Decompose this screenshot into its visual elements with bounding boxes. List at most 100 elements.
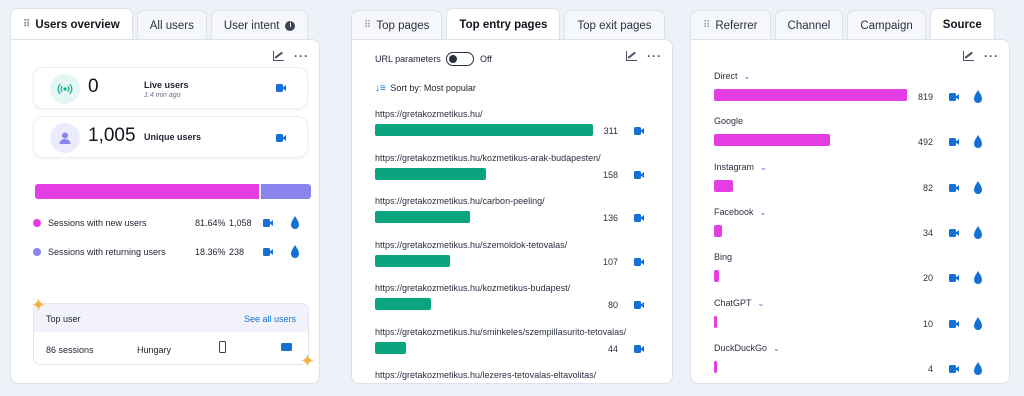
unique-users-card: 1,005 Unique users	[33, 116, 308, 158]
more-options-icon[interactable]: ···	[984, 49, 999, 63]
video-camera-icon[interactable]	[634, 127, 644, 135]
card-tools: ···	[273, 49, 309, 63]
tab-campaign[interactable]: Campaign	[847, 10, 926, 40]
video-camera-icon[interactable]	[263, 219, 273, 227]
tab-users-overview[interactable]: ⠿ Users overview	[10, 8, 133, 40]
page-count: 107	[602, 256, 618, 267]
page-url[interactable]: https://gretakozmetikus.hu/kozmetikus-ar…	[375, 153, 601, 163]
card-tools: ···	[626, 49, 662, 63]
source-count: 34	[922, 227, 933, 238]
page-url[interactable]: https://gretakozmetikus.hu/szemoldok-tet…	[375, 240, 567, 250]
page-bar	[375, 167, 486, 180]
source-bar	[714, 179, 733, 192]
sessions-returning-users-row: Sessions with returning users 18.36% 238	[33, 245, 308, 259]
heatmap-drop-icon[interactable]	[974, 90, 982, 103]
video-camera-icon[interactable]	[949, 93, 959, 101]
source-label[interactable]: DuckDuckGo ⌄	[714, 343, 780, 353]
drag-handle-icon[interactable]: ⠿	[703, 20, 710, 31]
page-url[interactable]: https://gretakozmetikus.hu/lezeres-tetov…	[375, 370, 596, 380]
tab-all-users[interactable]: All users	[136, 10, 207, 40]
sort-label: Sort by: Most popular	[390, 83, 476, 93]
sort-control[interactable]: ↓≡ Sort by: Most popular	[375, 83, 476, 94]
tab-channel[interactable]: Channel	[774, 10, 844, 40]
page-url[interactable]: https://gretakozmetikus.hu/sminkeles/sze…	[375, 327, 626, 337]
chart-icon[interactable]	[626, 51, 637, 61]
more-options-icon[interactable]: ···	[647, 49, 662, 63]
video-camera-icon[interactable]	[263, 248, 273, 256]
sources-panel: ⠿ Referrer Channel Campaign Source	[690, 8, 999, 40]
tab-source[interactable]: Source	[929, 8, 995, 40]
tab-label: User intent	[223, 19, 280, 32]
chart-icon[interactable]	[273, 51, 284, 61]
more-options-icon[interactable]: ···	[294, 49, 309, 63]
page-count: 44	[607, 343, 618, 354]
video-camera-icon[interactable]	[634, 257, 644, 266]
sessions-split-bar	[35, 184, 311, 199]
page-url[interactable]: https://gretakozmetikus.hu/carbon-peelin…	[375, 196, 545, 206]
video-camera-icon[interactable]	[634, 344, 644, 353]
top-user-header: Top user See all users	[34, 304, 308, 332]
tab-user-intent[interactable]: User intent i	[210, 10, 309, 40]
tab-referrer[interactable]: ⠿ Referrer	[690, 10, 771, 40]
page-url[interactable]: https://gretakozmetikus.hu/kozmetikus-bu…	[375, 283, 570, 293]
source-name: Direct	[714, 71, 738, 81]
video-camera-icon[interactable]	[949, 183, 959, 192]
heatmap-drop-icon[interactable]	[974, 180, 982, 194]
info-icon[interactable]: i	[285, 20, 296, 31]
video-camera-icon[interactable]	[949, 228, 959, 237]
video-camera-icon[interactable]	[949, 138, 959, 147]
top-user-country: Hungary	[137, 345, 172, 355]
live-users-value: 0	[88, 76, 99, 97]
source-label[interactable]: Facebook ⌄	[714, 207, 766, 217]
page-url[interactable]: https://gretakozmetikus.hu/	[375, 109, 483, 119]
heatmap-drop-icon[interactable]	[291, 216, 299, 229]
source-label[interactable]: Google	[714, 116, 743, 126]
heatmap-drop-icon[interactable]	[974, 135, 982, 149]
video-camera-icon[interactable]	[949, 319, 959, 328]
page-bar	[375, 298, 431, 310]
tab-top-exit-pages[interactable]: Top exit pages	[564, 10, 665, 40]
row-percent: 18.36%	[195, 247, 226, 257]
users-overview-card: ··· 0 Live users 1.4 min ago 1,005 Uniqu…	[10, 39, 320, 384]
video-camera-icon[interactable]	[634, 301, 644, 309]
video-camera-icon[interactable]	[949, 274, 959, 283]
source-bar	[714, 89, 907, 101]
top-user-sessions: 86 sessions	[46, 345, 94, 355]
row-count: 1,058	[229, 218, 252, 228]
video-camera-icon[interactable]	[634, 214, 644, 222]
page-count: 136	[602, 213, 618, 223]
drag-handle-icon[interactable]: ⠿	[23, 19, 30, 30]
tab-top-entry-pages[interactable]: Top entry pages	[446, 8, 561, 40]
top-user-row[interactable]: 86 sessions Hungary	[34, 332, 308, 364]
source-bar	[714, 224, 722, 237]
url-parameters-toggle[interactable]	[446, 52, 474, 66]
profile-card-icon[interactable]	[281, 343, 292, 351]
heatmap-drop-icon[interactable]	[974, 316, 982, 330]
source-label[interactable]: Instagram ⌄	[714, 162, 767, 172]
tab-top-pages[interactable]: ⠿ Top pages	[351, 10, 443, 40]
heatmap-drop-icon[interactable]	[974, 271, 982, 285]
source-label[interactable]: Direct ⌄	[714, 71, 750, 81]
video-camera-icon[interactable]	[949, 364, 959, 373]
legend-dot	[33, 219, 41, 227]
page-count: 80	[607, 300, 618, 310]
page-bar	[375, 254, 450, 267]
chevron-down-icon[interactable]: ⌄	[760, 163, 767, 172]
source-label[interactable]: ChatGPT ⌄	[714, 298, 764, 308]
video-camera-icon[interactable]	[276, 84, 286, 92]
video-camera-icon[interactable]	[634, 170, 644, 179]
sources-card: ··· Direct ⌄ 819 Google 492 Instagram ⌄ 82 Faceb…	[690, 39, 1010, 384]
chevron-down-icon[interactable]: ⌄	[744, 72, 751, 81]
chart-icon[interactable]	[963, 51, 974, 61]
heatmap-drop-icon[interactable]	[974, 361, 982, 375]
heatmap-drop-icon[interactable]	[291, 245, 299, 258]
chevron-down-icon[interactable]: ⌄	[760, 208, 767, 217]
chevron-down-icon[interactable]: ⌄	[758, 299, 765, 308]
source-label[interactable]: Bing	[714, 252, 732, 262]
see-all-users-link[interactable]: See all users	[244, 314, 296, 324]
video-camera-icon[interactable]	[276, 134, 286, 142]
drag-handle-icon[interactable]: ⠿	[364, 20, 371, 31]
row-label: Sessions with new users	[48, 218, 147, 228]
heatmap-drop-icon[interactable]	[974, 225, 982, 239]
chevron-down-icon[interactable]: ⌄	[773, 344, 780, 353]
